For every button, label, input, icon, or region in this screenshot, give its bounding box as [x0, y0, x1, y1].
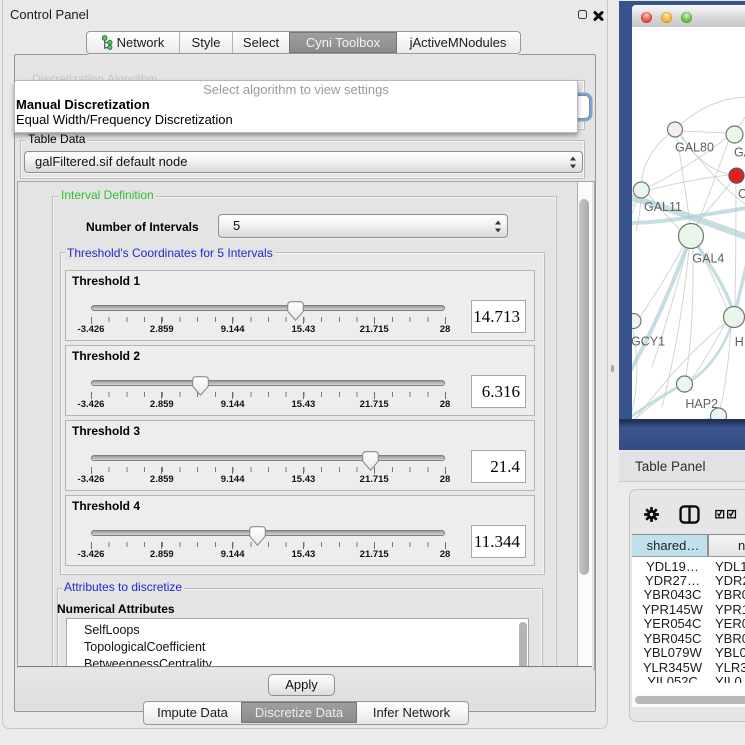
svg-text:GAL4: GAL4	[692, 252, 724, 266]
svg-text:HAP2: HAP2	[685, 397, 718, 411]
svg-text:C: C	[738, 187, 745, 201]
svg-text:GAL80: GAL80	[675, 141, 714, 155]
svg-text:GCY1: GCY1	[632, 335, 665, 349]
svg-text:GAL11: GAL11	[644, 200, 682, 214]
svg-text:GA: GA	[734, 146, 745, 160]
svg-text:H: H	[735, 335, 744, 349]
